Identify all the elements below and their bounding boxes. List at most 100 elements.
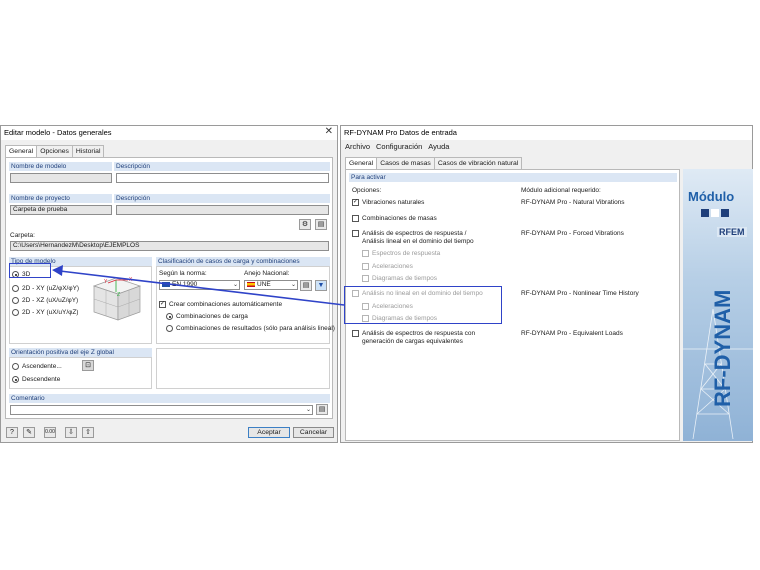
- edit-icon[interactable]: ✎: [23, 427, 35, 438]
- help-icon[interactable]: ?: [6, 427, 18, 438]
- rf-dynam-dialog: RF-DYNAM Pro Datos de entrada Archivo Con…: [340, 125, 753, 443]
- espectros-respuesta-label[interactable]: Análisis de espectros de respuesta /: [362, 230, 466, 237]
- project-folder-icon[interactable]: ▤: [315, 219, 327, 230]
- z-up-radio[interactable]: [12, 363, 19, 370]
- sub-espectros-label[interactable]: Espectros de respuesta: [372, 250, 440, 257]
- para-activar-header: Para activar: [349, 173, 677, 182]
- z-down-label[interactable]: Descendente: [22, 376, 60, 383]
- square-icon: [701, 209, 709, 217]
- forced-vibrations-module: RF-DYNAM Pro - Forced Vibrations: [521, 230, 624, 237]
- natural-vibrations-module: RF-DYNAM Pro - Natural Vibrations: [521, 199, 625, 206]
- tab-historial[interactable]: Historial: [71, 145, 105, 157]
- model-desc-header: Descripción: [114, 162, 330, 171]
- model-type-2d-xy2-label[interactable]: 2D - XY (uX/uY/φZ): [22, 309, 78, 316]
- tab-casos-vibracion[interactable]: Casos de vibración natural: [433, 157, 523, 169]
- combinaciones-masas-label[interactable]: Combinaciones de masas: [362, 215, 437, 222]
- comment-header: Comentario: [9, 394, 330, 403]
- sub-aceleraciones-label[interactable]: Aceleraciones: [372, 263, 413, 270]
- comment-field[interactable]: ⌄: [10, 405, 313, 415]
- norm-value: EN 1990: [172, 281, 198, 288]
- menu-bar: Archivo Configuración Ayuda: [345, 142, 455, 151]
- classification-header: Clasificación de casos de carga y combin…: [156, 257, 330, 266]
- espectros-respuesta-label-2[interactable]: Análisis lineal en el dominio del tiempo: [362, 238, 474, 245]
- options-header: Opciones:: [352, 187, 382, 194]
- banner-squares: [701, 209, 729, 219]
- annex-select[interactable]: UNE ⌄: [244, 280, 298, 290]
- chevron-down-icon[interactable]: ⌄: [233, 281, 238, 289]
- annex-edit-icon[interactable]: ▤: [300, 280, 312, 291]
- model-name-field[interactable]: [10, 173, 112, 183]
- rf-dynam-banner: Módulo RFEM RF-DYNAM: [683, 169, 753, 441]
- cancel-button[interactable]: Cancelar: [293, 427, 334, 438]
- close-icon[interactable]: ✕: [325, 126, 333, 137]
- project-desc-header: Descripción: [114, 194, 330, 203]
- sub-espectros-checkbox[interactable]: [362, 250, 369, 257]
- vibraciones-naturales-checkbox[interactable]: ✓: [352, 199, 359, 206]
- model-desc-field[interactable]: [116, 173, 329, 183]
- comment-library-icon[interactable]: ▤: [316, 404, 328, 415]
- highlight-nonlinear-option: [344, 286, 502, 324]
- edit-model-dialog: Editar modelo - Datos generales ✕ Genera…: [0, 125, 338, 443]
- z-axis-picker-icon[interactable]: ⊡: [82, 360, 94, 371]
- right-title-bar: RF-DYNAM Pro Datos de entrada: [341, 126, 752, 140]
- equivalent-loads-module: RF-DYNAM Pro - Equivalent Loads: [521, 330, 623, 337]
- spain-flag-icon: [247, 281, 255, 287]
- menu-ayuda[interactable]: Ayuda: [428, 142, 449, 151]
- norm-select[interactable]: EN 1990 ⌄: [159, 280, 240, 290]
- vibraciones-naturales-label[interactable]: Vibraciones naturales: [362, 199, 424, 206]
- cargas-equivalentes-label[interactable]: Análisis de espectros de respuesta con: [362, 330, 475, 337]
- cargas-equivalentes-checkbox[interactable]: [352, 330, 359, 337]
- banner-rfem-text: RFEM: [717, 227, 747, 237]
- result-combos-label[interactable]: Combinaciones de resultados (sólo para a…: [176, 325, 335, 332]
- z-up-label[interactable]: Ascendente...: [22, 363, 62, 370]
- model-type-2d-xy2-radio[interactable]: [12, 309, 19, 316]
- load-combos-radio[interactable]: [166, 313, 173, 320]
- import-icon[interactable]: ⇩: [65, 427, 77, 438]
- chevron-down-icon[interactable]: ⌄: [306, 406, 311, 414]
- sub-aceleraciones-checkbox[interactable]: [362, 263, 369, 270]
- menu-configuracion[interactable]: Configuración: [376, 142, 422, 151]
- sub-diagramas-label[interactable]: Diagramas de tiempos: [372, 275, 437, 282]
- project-name-header: Nombre de proyecto: [9, 194, 112, 203]
- annex-value: UNE: [257, 281, 271, 288]
- units-icon[interactable]: 0.00: [44, 427, 56, 438]
- export-icon[interactable]: ⇧: [82, 427, 94, 438]
- cargas-equivalentes-label-2[interactable]: generación de cargas equivalentes: [362, 338, 463, 345]
- filter-icon[interactable]: ▼: [315, 280, 327, 291]
- load-combos-label[interactable]: Combinaciones de carga: [176, 313, 248, 320]
- create-combos-label[interactable]: Crear combinaciones automáticamente: [169, 301, 282, 308]
- menu-archivo[interactable]: Archivo: [345, 142, 370, 151]
- result-combos-radio[interactable]: [166, 325, 173, 332]
- annex-label: Anejo Nacional:: [244, 270, 290, 277]
- left-dialog-title: Editar modelo - Datos generales: [4, 128, 112, 137]
- square-icon: [721, 209, 729, 217]
- folder-field[interactable]: C:\Users\HernandezM\Desktop\EJEMPLOS: [10, 241, 329, 251]
- create-combos-checkbox[interactable]: ✓: [159, 301, 166, 308]
- chevron-down-icon[interactable]: ⌄: [291, 281, 296, 289]
- model-3d-illustration: X Z Y: [92, 277, 142, 321]
- project-name-field[interactable]: Carpeta de prueba: [10, 205, 112, 215]
- espectros-respuesta-checkbox[interactable]: [352, 230, 359, 237]
- model-type-2d-xy-label[interactable]: 2D - XY (uZ/φX/φY): [22, 285, 79, 292]
- nonlinear-module: RF-DYNAM Pro - Nonlinear Time History: [521, 290, 639, 297]
- model-type-2d-xz-label[interactable]: 2D - XZ (uX/uZ/φY): [22, 297, 78, 304]
- z-axis-group: [9, 357, 152, 389]
- empty-right-group: [156, 348, 330, 389]
- combinaciones-masas-checkbox[interactable]: [352, 215, 359, 222]
- svg-text:X: X: [129, 277, 133, 283]
- square-icon: [711, 209, 719, 217]
- project-browse-icon[interactable]: ⚙: [299, 219, 311, 230]
- sub-diagramas-checkbox[interactable]: [362, 275, 369, 282]
- project-desc-field[interactable]: [116, 205, 329, 215]
- tab-casos-masas[interactable]: Casos de masas: [376, 157, 435, 169]
- left-general-panel: Nombre de modelo Descripción Nombre de p…: [5, 157, 335, 419]
- model-type-2d-xy-radio[interactable]: [12, 285, 19, 292]
- tab-opciones[interactable]: Opciones: [36, 145, 73, 157]
- z-down-radio[interactable]: [12, 376, 19, 383]
- norm-label: Según la norma:: [159, 270, 207, 277]
- banner-product-text: RF-DYNAM: [710, 289, 735, 407]
- highlight-3d-option: [9, 263, 51, 278]
- right-dialog-title: RF-DYNAM Pro Datos de entrada: [344, 128, 457, 137]
- accept-button[interactable]: Aceptar: [248, 427, 290, 438]
- model-type-2d-xz-radio[interactable]: [12, 297, 19, 304]
